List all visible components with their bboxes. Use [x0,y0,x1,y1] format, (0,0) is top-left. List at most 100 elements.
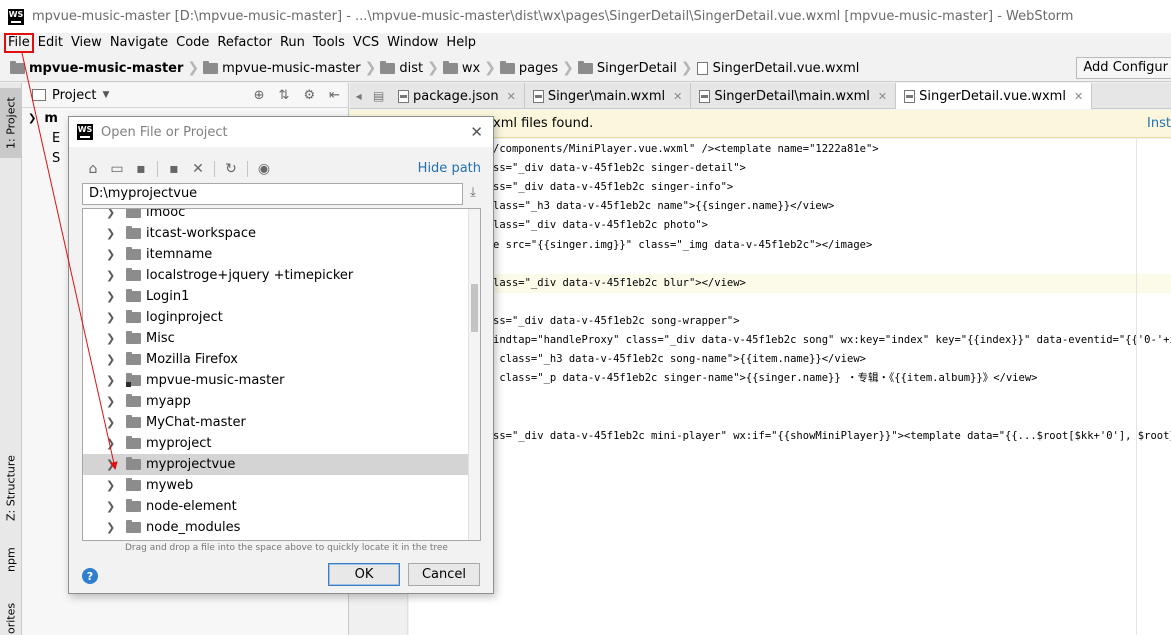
folder-row[interactable]: ❯ Mozilla Firefox [83,349,470,370]
folder-name: myweb [146,478,194,493]
tool-tab-structure[interactable]: Z: Structure [0,443,22,533]
chevron-right-icon[interactable]: ❯ [106,209,116,219]
folder-row[interactable]: ❯ node_modules [83,517,470,538]
close-icon[interactable]: ✕ [1074,90,1083,103]
chevron-right-icon[interactable]: ❯ [106,437,116,450]
folder-row[interactable]: ❯ node-element [83,496,470,517]
desktop-icon[interactable]: ▭ [105,158,129,180]
folder-row[interactable]: ❯ Misc [83,328,470,349]
chevron-right-icon[interactable]: ❯ [106,521,116,534]
tool-tab-favorites[interactable]: orites [0,598,22,635]
refresh-icon[interactable]: ↻ [219,158,243,180]
folder-icon [380,60,396,74]
folder-row[interactable]: ❯ loginproject [83,307,470,328]
tab-list-icon[interactable]: ▤ [373,89,384,103]
gear-icon[interactable]: ⚙ [303,88,315,103]
webstorm-logo-icon: WS [77,124,93,140]
ok-button[interactable]: OK [328,563,400,586]
folder-row[interactable]: ❯ localstroge+jquery +timepicker [83,265,470,286]
folder-row[interactable]: ❯ imooc [83,209,470,223]
chevron-right-icon[interactable]: ❯ [106,290,116,303]
help-button[interactable]: ? [82,568,98,584]
path-input[interactable]: D:\myprojectvue [82,183,463,205]
chevron-right-icon[interactable]: ❯ [106,269,116,282]
folder-icon [126,478,141,491]
chevron-down-icon[interactable]: ▼ [102,90,109,100]
folder-row[interactable]: ❯ itcast-workspace [83,223,470,244]
add-configuration-button[interactable]: Add Configur [1076,57,1171,79]
folder-row[interactable]: ❯ myprojectvue [83,454,470,475]
delete-icon[interactable]: ✕ [186,158,210,180]
download-icon[interactable]: ⤓ [466,185,480,203]
breadcrumb-pages[interactable]: pages [499,60,558,76]
chevron-right-icon[interactable]: ❯ [106,332,116,345]
tab-singer-main-wxml[interactable]: Singer\main.wxml ✕ [525,83,692,109]
folder-row[interactable]: ❯ MyChat-master [83,412,470,433]
tool-tab-project[interactable]: 1: Project [0,88,22,158]
menu-run[interactable]: Run [276,33,309,53]
scrollbar-thumb[interactable] [471,284,478,332]
tool-tab-npm[interactable]: npm [0,535,22,585]
close-icon[interactable]: ✕ [878,90,887,103]
folder-tree[interactable]: ❯ node_modules ❯ node-element ❯ myweb ❯ myproje… [82,208,481,541]
new-folder-icon[interactable]: ▪ [162,158,186,180]
chevron-right-icon[interactable]: ❯ [106,353,116,366]
code-editor[interactable]: /components/MiniPlayer.vue.wxml" /><temp… [409,139,1171,635]
close-icon[interactable]: ✕ [470,123,483,141]
code-line: indtap="handleProxy" class="_div data-v-… [493,334,1171,346]
code-line: lass="_div data-v-45f1eb2c blur"></view> [409,273,1171,293]
menu-help[interactable]: Help [442,33,480,53]
menu-window[interactable]: Window [383,33,442,53]
locate-icon[interactable]: ⊕ [254,88,265,103]
chevron-right-icon[interactable]: ❯ [106,458,116,471]
chevron-right-icon[interactable]: ❯ [106,227,116,240]
code-line: class="_p data-v-45f1eb2c singer-name">{… [493,372,1038,385]
folder-row[interactable]: ❯ myapp [83,391,470,412]
breadcrumb-project[interactable]: mpvue-music-master [10,60,183,76]
xml-file-icon [699,89,711,103]
chevron-right-icon[interactable]: ❯ [106,500,116,513]
close-icon[interactable]: ✕ [507,90,516,103]
chevron-right-icon: ❯ [562,60,574,76]
menu-view[interactable]: View [67,33,106,53]
menu-code[interactable]: Code [172,33,213,53]
breadcrumb-dist[interactable]: dist [380,60,423,76]
install-link[interactable]: Inst [1147,116,1171,131]
tab-package-json[interactable]: package.json ✕ [390,83,525,109]
chevron-right-icon[interactable]: ❯ [106,374,116,387]
tab-scroll-left-icon[interactable]: ◂ [356,89,362,103]
menu-navigate[interactable]: Navigate [106,33,172,53]
tab-singerdetail-main-wxml[interactable]: SingerDetail\main.wxml ✕ [691,83,897,109]
home-icon[interactable]: ⌂ [81,158,105,180]
breadcrumb-singerdetail[interactable]: SingerDetail [577,60,677,76]
breadcrumb-wx[interactable]: wx [442,60,480,76]
menu-file[interactable]: File [4,33,34,53]
collapse-all-icon[interactable]: ⇅ [279,88,290,103]
hide-panel-icon[interactable]: ⇤ [329,88,340,103]
folder-row[interactable]: ❯ Login1 [83,286,470,307]
chevron-right-icon[interactable]: ❯ [106,479,116,492]
folder-row[interactable]: ❯ itemname [83,244,470,265]
chevron-right-icon[interactable]: ❯ [106,416,116,429]
show-hidden-icon[interactable]: ◉ [252,158,276,180]
hide-path-link[interactable]: Hide path [418,161,481,176]
menu-edit[interactable]: Edit [34,33,67,53]
chevron-right-icon[interactable]: ❯ [106,395,116,408]
chevron-right-icon[interactable]: ❯ [106,248,116,261]
breadcrumb-folder[interactable]: mpvue-music-master [203,60,361,76]
project-folder-icon[interactable]: ▪ [129,158,153,180]
close-icon[interactable]: ✕ [673,90,682,103]
editor-tab-bar: ◂ ▤ package.json ✕ Singer\main.wxml ✕ Sing… [350,83,1171,109]
chevron-right-icon[interactable]: ❯ [106,311,116,324]
menu-tools[interactable]: Tools [309,33,349,53]
breadcrumb-file[interactable]: SingerDetail.vue.wxml [696,61,859,76]
project-panel-title[interactable]: Project [52,88,96,103]
folder-row[interactable]: ❯ myproject [83,433,470,454]
folder-row[interactable]: ❯ myweb [83,475,470,496]
tab-singerdetail-vue-wxml[interactable]: SingerDetail.vue.wxml ✕ [896,83,1093,109]
folder-row[interactable]: ❯ mpvue-music-master [83,370,470,391]
cancel-button[interactable]: Cancel [408,563,480,586]
menu-vcs[interactable]: VCS [349,33,383,53]
menu-refactor[interactable]: Refactor [213,33,276,53]
tree-scrollbar[interactable] [468,209,480,540]
